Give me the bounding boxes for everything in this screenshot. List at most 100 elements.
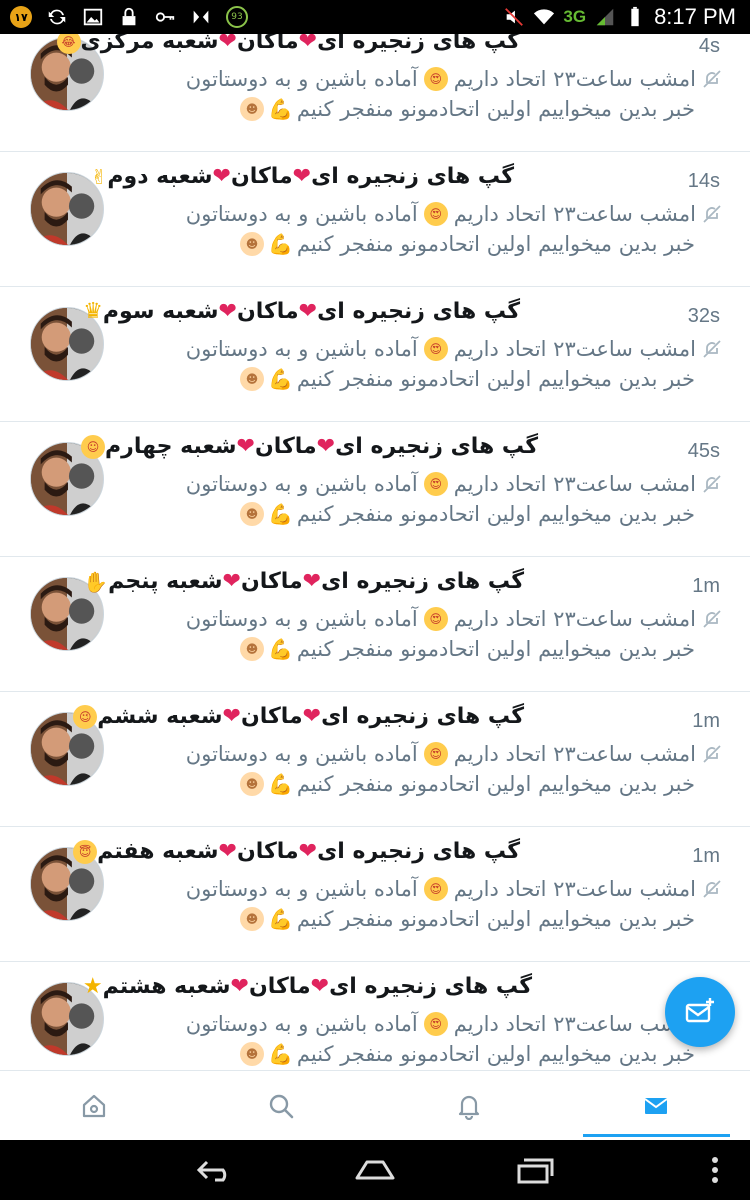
preview-text-a: امشب ساعت۲۳ اتحاد داریم	[453, 607, 696, 631]
victory-hand-icon: ✌	[90, 165, 108, 189]
bell-icon	[458, 1095, 479, 1120]
heart-icon: ❤	[222, 704, 241, 729]
image-icon	[82, 6, 104, 28]
message-preview-line2: خبر بدین میخواییم اولین اتحادمونو منفجر …	[239, 367, 695, 391]
baby-face-icon: ☻	[239, 232, 264, 256]
wifi-icon	[533, 6, 555, 28]
muted-icon	[702, 69, 722, 89]
more-vertical-icon	[712, 1157, 718, 1183]
title-prefix: گپ های زنجیره ای	[329, 974, 532, 999]
home-icon	[82, 1094, 105, 1117]
preview-text-a: امشب ساعت۲۳ اتحاد داریم	[453, 1012, 696, 1036]
new-message-icon	[685, 998, 714, 1023]
title-branch: شعبه چهارم	[105, 434, 237, 459]
conversation-row[interactable]: گپ های زنجیره ای❤ماکان❤شعبه چهارم☺ 45s امش…	[0, 422, 750, 557]
media-icon	[190, 6, 212, 28]
compose-message-button[interactable]	[665, 977, 735, 1047]
conversation-row[interactable]: گپ های زنجیره ای❤ماکان❤شعبه ششم😉 1m امشب س…	[0, 692, 750, 827]
baby-face-icon: ☻	[239, 907, 264, 931]
heart-icon: ❤	[212, 164, 231, 189]
recents-button[interactable]	[513, 1154, 557, 1186]
lock-icon	[118, 6, 140, 28]
face-tears-of-joy-icon: 😂	[56, 34, 81, 54]
flexed-biceps-icon: 💪	[267, 367, 293, 391]
message-preview-line1: امشب ساعت۲۳ اتحاد داریم 😍 آماده باشین و به…	[186, 67, 722, 91]
conversation-row[interactable]: گپ های زنجیره ای❤ماکان❤شعبه سوم♛ 32s امشب …	[0, 287, 750, 422]
tab-search[interactable]	[188, 1071, 376, 1140]
conversation-title: گپ های زنجیره ای❤ماکان❤شعبه چهارم☺	[81, 434, 538, 459]
title-mid: ماکان	[254, 434, 317, 459]
heart-icon: ❤	[218, 34, 237, 54]
conversation-row[interactable]: گپ های زنجیره ای❤ماکان❤شعبه مرکزی😂 4s امشب…	[0, 34, 750, 152]
heart-icon: ❤	[302, 569, 322, 594]
preview-text-c: خبر بدین میخواییم اولین اتحادمونو منفجر …	[296, 637, 695, 661]
tab-notifications[interactable]	[375, 1071, 563, 1140]
back-button[interactable]	[193, 1154, 237, 1186]
home-nav-icon	[355, 1160, 395, 1180]
heart-eyes-icon: 😍	[423, 67, 448, 91]
conversation-row[interactable]: گپ های زنجیره ای❤ماکان❤شعبه دوم✌ 14s امشب …	[0, 152, 750, 287]
muted-icon	[702, 744, 722, 764]
halo-face-icon: 😇	[73, 840, 98, 864]
preview-text-a: امشب ساعت۲۳ اتحاد داریم	[453, 202, 696, 226]
title-prefix: گپ های زنجیره ای	[335, 434, 538, 459]
message-preview-line2: خبر بدین میخواییم اولین اتحادمونو منفجر …	[239, 772, 695, 796]
baby-face-icon: ☻	[239, 1042, 264, 1066]
preview-text-a: امشب ساعت۲۳ اتحاد داریم	[453, 337, 696, 361]
preview-text-a: امشب ساعت۲۳ اتحاد داریم	[453, 472, 696, 496]
conversation-row[interactable]: گپ های زنجیره ای❤ماکان❤شعبه پنجم✋ 1m امشب …	[0, 557, 750, 692]
tab-home[interactable]	[0, 1071, 188, 1140]
overflow-menu-button[interactable]	[700, 1154, 730, 1186]
heart-icon: ❤	[298, 839, 318, 864]
tab-messages[interactable]	[563, 1071, 750, 1140]
title-mid: ماکان	[230, 164, 293, 189]
message-preview-line1: امشب ساعت۲۳ اتحاد داریم 😍 آماده باشین و به…	[186, 1012, 722, 1036]
recents-icon	[517, 1158, 554, 1184]
preview-text-c: خبر بدین میخواییم اولین اتحادمونو منفجر …	[296, 97, 695, 121]
battery-icon	[624, 6, 646, 28]
message-preview-line1: امشب ساعت۲۳ اتحاد داریم 😍 آماده باشین و به…	[186, 742, 722, 766]
heart-icon: ❤	[302, 704, 322, 729]
heart-eyes-icon: 😍	[423, 1012, 448, 1036]
conversation-title: گپ های زنجیره ای❤ماکان❤شعبه دوم✌	[91, 164, 514, 189]
heart-icon: ❤	[298, 299, 318, 324]
message-preview-line2: خبر بدین میخواییم اولین اتحادمونو منفجر …	[239, 232, 695, 256]
title-mid: ماکان	[236, 299, 299, 324]
conversation-title: گپ های زنجیره ای❤ماکان❤شعبه هشتم★	[83, 974, 532, 999]
baby-face-icon: ☻	[239, 772, 264, 796]
flexed-biceps-icon: 💪	[267, 232, 293, 256]
title-mid: ماکان	[240, 569, 303, 594]
crown-icon: ♛	[83, 299, 103, 324]
title-prefix: گپ های زنجیره ای	[317, 299, 520, 324]
heart-icon: ❤	[298, 34, 318, 54]
mail-icon	[644, 1097, 668, 1114]
title-prefix: گپ های زنجیره ای	[321, 704, 524, 729]
preview-text-c: خبر بدین میخواییم اولین اتحادمونو منفجر …	[296, 502, 695, 526]
message-timestamp: 4s	[698, 35, 720, 57]
preview-text-b: آماده باشین و به دوستاتون	[185, 742, 418, 766]
preview-text-b: آماده باشین و به دوستاتون	[185, 67, 418, 91]
title-prefix: گپ های زنجیره ای	[317, 34, 520, 54]
heart-eyes-icon: 😍	[423, 337, 448, 361]
conversation-row[interactable]: گپ های زنجیره ای❤ماکان❤شعبه هشتم★ امشب سا…	[0, 962, 750, 1070]
conversation-title: گپ های زنجیره ای❤ماکان❤شعبه ششم😉	[73, 704, 524, 729]
heart-icon: ❤	[316, 434, 336, 459]
flexed-biceps-icon: 💪	[267, 502, 293, 526]
back-icon	[196, 1160, 227, 1182]
conversation-title: گپ های زنجیره ای❤ماکان❤شعبه سوم♛	[83, 299, 520, 324]
preview-text-b: آماده باشین و به دوستاتون	[185, 1012, 418, 1036]
title-mid: ماکان	[236, 34, 299, 54]
heart-eyes-icon: 😍	[423, 607, 448, 631]
preview-text-a: امشب ساعت۲۳ اتحاد داریم	[453, 67, 696, 91]
heart-icon: ❤	[236, 434, 255, 459]
title-branch: شعبه دوم	[107, 164, 213, 189]
muted-icon	[702, 339, 722, 359]
heart-icon: ❤	[218, 839, 237, 864]
conversation-title: گپ های زنجیره ای❤ماکان❤شعبه مرکزی😂	[56, 34, 520, 54]
title-branch: شعبه سوم	[102, 299, 219, 324]
conversation-row[interactable]: گپ های زنجیره ای❤ماکان❤شعبه هفتم😇 1m امشب …	[0, 827, 750, 962]
baby-face-icon: ☻	[239, 502, 264, 526]
message-preview-line1: امشب ساعت۲۳ اتحاد داریم 😍 آماده باشین و به…	[186, 202, 722, 226]
home-nav-button[interactable]	[353, 1154, 397, 1186]
preview-text-c: خبر بدین میخواییم اولین اتحادمونو منفجر …	[296, 907, 695, 931]
